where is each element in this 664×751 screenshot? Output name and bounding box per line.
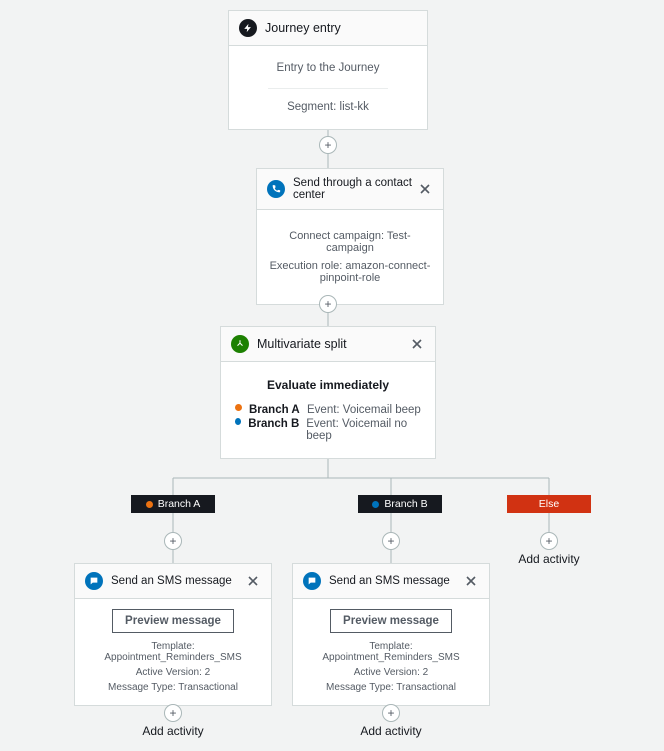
contact-center-body: Connect campaign: Test-campaign Executio… (257, 210, 443, 304)
close-icon[interactable] (417, 181, 433, 197)
add-activity-button[interactable]: + (164, 532, 182, 550)
sms-b-template: Template: Appointment_Reminders_SMS (303, 641, 479, 663)
journey-entry-card: Journey entry Entry to the Journey Segme… (228, 10, 428, 130)
branch-b-label: Branch B (248, 418, 306, 442)
sms-a-version: Active Version: 2 (85, 667, 261, 678)
branch-a-pill-label: Branch A (158, 498, 201, 510)
sms-a-body: Preview message Template: Appointment_Re… (75, 599, 271, 705)
branch-a-detail: Event: Voicemail beep (307, 404, 421, 416)
branch-a-label: Branch A (249, 404, 307, 416)
dot-orange (235, 404, 242, 411)
split-heading: Evaluate immediately (235, 378, 421, 392)
branch-row-a: Branch A Event: Voicemail beep (235, 404, 421, 416)
sms-b-title: Send an SMS message (329, 575, 463, 587)
split-body: Evaluate immediately Branch A Event: Voi… (221, 362, 435, 458)
split-icon (231, 335, 249, 353)
branch-b-pill-label: Branch B (384, 498, 427, 510)
dot-orange (146, 501, 153, 508)
add-activity-label: Add activity (123, 724, 223, 738)
contact-center-header: Send through a contact center (257, 169, 443, 210)
sms-a-template: Template: Appointment_Reminders_SMS (85, 641, 261, 663)
sms-b-body: Preview message Template: Appointment_Re… (293, 599, 489, 705)
split-title: Multivariate split (257, 337, 409, 351)
journey-entry-title: Journey entry (265, 21, 417, 35)
cc-role: Execution role: amazon-connect-pinpoint-… (267, 260, 433, 284)
phone-icon (267, 180, 285, 198)
else-pill: Else (507, 495, 591, 513)
sms-b-msgtype: Message Type: Transactional (303, 682, 479, 693)
add-activity-button[interactable]: + (540, 532, 558, 550)
close-icon[interactable] (245, 573, 261, 589)
add-activity-button[interactable]: + (382, 532, 400, 550)
chat-icon (85, 572, 103, 590)
branch-b-pill: Branch B (358, 495, 442, 513)
split-header: Multivariate split (221, 327, 435, 362)
sms-card-b: Send an SMS message Preview message Temp… (292, 563, 490, 706)
sms-a-msgtype: Message Type: Transactional (85, 682, 261, 693)
contact-center-card: Send through a contact center Connect ca… (256, 168, 444, 305)
add-activity-button[interactable]: + (319, 295, 337, 313)
journey-entry-header: Journey entry (229, 11, 427, 46)
add-activity-button[interactable]: + (319, 136, 337, 154)
preview-message-button[interactable]: Preview message (330, 609, 452, 633)
cc-campaign: Connect campaign: Test-campaign (267, 230, 433, 254)
add-activity-button[interactable]: + (164, 704, 182, 722)
dot-blue (235, 418, 241, 425)
sms-b-version: Active Version: 2 (303, 667, 479, 678)
add-activity-label: Add activity (499, 552, 599, 566)
sms-a-title: Send an SMS message (111, 575, 245, 587)
chat-icon (303, 572, 321, 590)
close-icon[interactable] (409, 336, 425, 352)
close-icon[interactable] (463, 573, 479, 589)
sms-card-a: Send an SMS message Preview message Temp… (74, 563, 272, 706)
journey-entry-body: Entry to the Journey Segment: list-kk (229, 46, 427, 129)
entry-subtitle: Entry to the Journey (239, 56, 417, 80)
else-pill-label: Else (539, 498, 559, 510)
contact-center-title: Send through a contact center (293, 177, 417, 201)
add-activity-label: Add activity (341, 724, 441, 738)
sms-b-header: Send an SMS message (293, 564, 489, 599)
branch-a-pill: Branch A (131, 495, 215, 513)
lightning-icon (239, 19, 257, 37)
split-card: Multivariate split Evaluate immediately … (220, 326, 436, 459)
branch-b-detail: Event: Voicemail no beep (306, 418, 421, 442)
dot-blue (372, 501, 379, 508)
entry-segment: Segment: list-kk (239, 97, 417, 117)
add-activity-button[interactable]: + (382, 704, 400, 722)
sms-a-header: Send an SMS message (75, 564, 271, 599)
preview-message-button[interactable]: Preview message (112, 609, 234, 633)
branch-row-b: Branch B Event: Voicemail no beep (235, 418, 421, 442)
